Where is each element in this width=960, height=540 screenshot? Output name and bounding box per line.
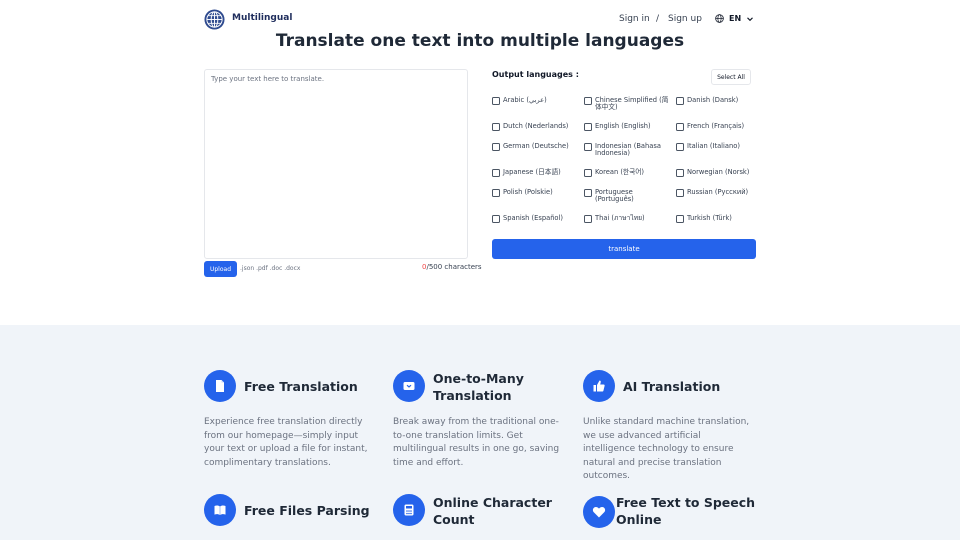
language-label: Turkish (Türk) — [687, 214, 732, 222]
language-option-japanese[interactable]: Japanese (日本語) — [492, 168, 580, 177]
feature-title: Free Files Parsing — [244, 503, 370, 518]
checkbox[interactable] — [584, 96, 592, 105]
language-selector[interactable]: EN — [715, 14, 754, 23]
language-option-russian[interactable]: Russian (Русский) — [676, 188, 764, 197]
checkbox[interactable] — [676, 168, 684, 177]
language-label: Danish (Dansk) — [687, 96, 739, 104]
chevron-down-icon — [747, 16, 754, 21]
language-label: Italian (Italiano) — [687, 142, 740, 150]
checkbox[interactable] — [584, 168, 592, 177]
feature-description: Break away from the traditional one-to-o… — [393, 417, 560, 468]
heart-icon — [583, 496, 615, 528]
feature-title: Free Translation — [244, 379, 358, 394]
document-icon — [204, 370, 236, 402]
language-option-polish[interactable]: Polish (Polskie) — [492, 188, 580, 197]
language-label: Chinese Simplified (简体中文) — [595, 96, 669, 111]
checkbox[interactable] — [492, 122, 500, 131]
language-option-danish[interactable]: Danish (Dansk) — [676, 96, 764, 105]
feature-description: Unlike standard machine translation, we … — [583, 417, 750, 481]
language-label: Spanish (Español) — [503, 214, 563, 222]
checkbox[interactable] — [492, 188, 500, 197]
language-option-english[interactable]: English (English) — [584, 122, 672, 131]
calculator-icon — [393, 494, 425, 526]
sign-up-link[interactable]: Sign up — [668, 14, 702, 24]
checkbox[interactable] — [676, 142, 684, 151]
language-option-french[interactable]: French (Français) — [676, 122, 764, 131]
checkbox[interactable] — [676, 122, 684, 131]
language-option-chinese-simplified[interactable]: Chinese Simplified (简体中文) — [584, 96, 672, 111]
language-option-dutch[interactable]: Dutch (Nederlands) — [492, 122, 580, 131]
language-label: Polish (Polskie) — [503, 188, 553, 196]
feature-title: One-to-Many Translation — [433, 371, 524, 403]
language-label: English (English) — [595, 122, 651, 130]
checkbox[interactable] — [492, 168, 500, 177]
language-label: German (Deutsche) — [503, 142, 569, 150]
features-section: Free Translation Experience free transla… — [0, 325, 960, 540]
sign-in-link[interactable]: Sign in — [619, 14, 650, 24]
checkbox[interactable] — [492, 96, 500, 105]
checkbox[interactable] — [492, 142, 500, 151]
share-icon — [393, 370, 425, 402]
checkbox[interactable] — [492, 214, 500, 223]
language-option-italian[interactable]: Italian (Italiano) — [676, 142, 764, 151]
language-code: EN — [729, 14, 742, 23]
globe-logo-icon[interactable] — [204, 9, 225, 30]
language-option-arabic[interactable]: Arabic (عربي) — [492, 96, 580, 105]
language-option-korean[interactable]: Korean (한국어) — [584, 168, 672, 177]
checkbox[interactable] — [584, 214, 592, 223]
checkbox[interactable] — [584, 188, 592, 197]
feature-title: AI Translation — [623, 379, 721, 394]
language-label: French (Français) — [687, 122, 745, 130]
language-label: Indonesian (Bahasa Indonesia) — [595, 142, 661, 157]
language-option-turkish[interactable]: Turkish (Türk) — [676, 214, 764, 223]
language-option-indonesian[interactable]: Indonesian (Bahasa Indonesia) — [584, 142, 672, 157]
source-text-input[interactable] — [204, 69, 468, 259]
language-option-norwegian[interactable]: Norwegian (Norsk) — [676, 168, 764, 177]
language-label: Korean (한국어) — [595, 168, 644, 176]
language-label: Japanese (日本語) — [503, 168, 561, 176]
feature-title: Free Text to Speech Online — [616, 495, 756, 527]
brand-name[interactable]: Multilingual — [232, 13, 292, 23]
select-all-button[interactable]: Select All — [711, 69, 751, 85]
language-label: Portuguese (Português) — [595, 188, 634, 203]
nav-separator: / — [656, 14, 660, 24]
upload-button[interactable]: Upload — [204, 261, 237, 277]
language-label: Thai (ภาษาไทย) — [595, 214, 645, 222]
globe-icon — [715, 14, 724, 23]
character-count: 0/500 characters — [422, 263, 482, 271]
translate-button[interactable]: translate — [492, 239, 756, 259]
checkbox[interactable] — [676, 188, 684, 197]
checkbox[interactable] — [584, 122, 592, 131]
language-label: Russian (Русский) — [687, 188, 749, 196]
character-count-limit: /500 characters — [426, 263, 482, 271]
language-option-german[interactable]: German (Deutsche) — [492, 142, 580, 151]
book-icon — [204, 494, 236, 526]
thumbs-up-icon — [583, 370, 615, 402]
language-label: Dutch (Nederlands) — [503, 122, 569, 130]
language-option-spanish[interactable]: Spanish (Español) — [492, 214, 580, 223]
checkbox[interactable] — [584, 142, 592, 151]
feature-description: Experience free translation directly fro… — [204, 417, 368, 468]
supported-file-types: .json .pdf .doc .docx — [240, 265, 301, 272]
language-option-thai[interactable]: Thai (ภาษาไทย) — [584, 214, 672, 223]
feature-title: Online Character Count — [433, 495, 552, 527]
language-label: Norwegian (Norsk) — [687, 168, 750, 176]
checkbox[interactable] — [676, 214, 684, 223]
page-title: Translate one text into multiple languag… — [275, 31, 685, 51]
language-option-portuguese[interactable]: Portuguese (Português) — [584, 188, 672, 203]
checkbox[interactable] — [676, 96, 684, 105]
output-languages-label: Output languages : — [492, 70, 579, 79]
language-label: Arabic (عربي) — [503, 96, 547, 104]
